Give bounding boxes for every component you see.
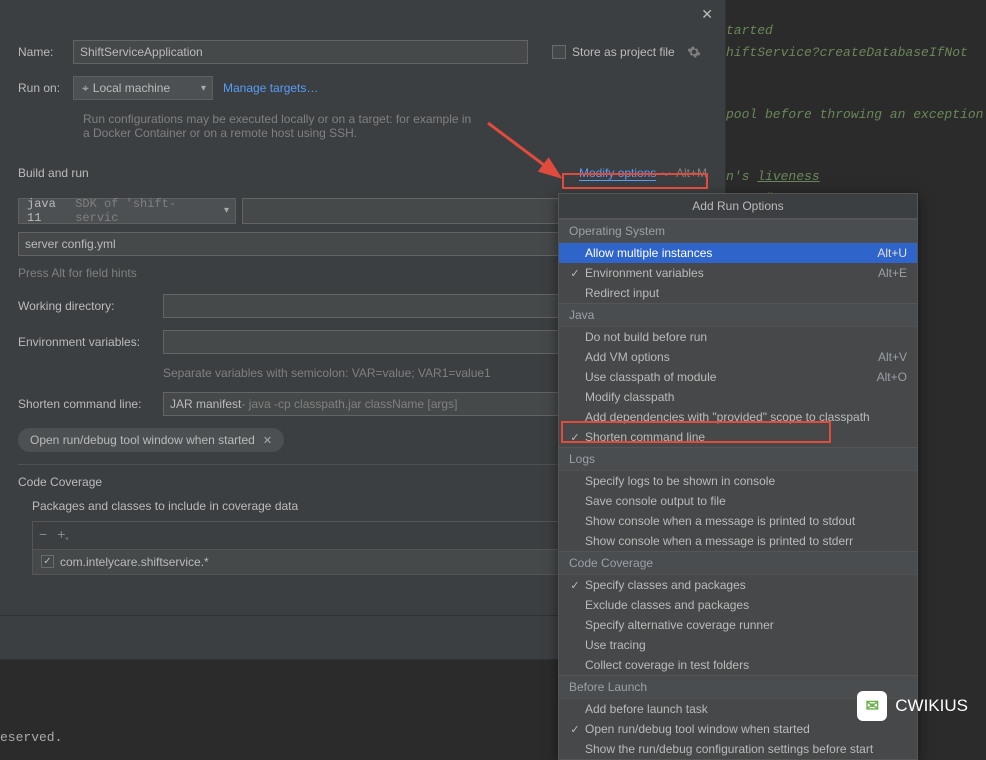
name-input[interactable] [73, 40, 528, 64]
menu-item-label: Specify classes and packages [585, 578, 907, 592]
watermark: ✉ CWIKIUS [857, 691, 968, 721]
workdir-label: Working directory: [18, 299, 153, 313]
menu-item-label: Collect coverage in test folders [585, 658, 907, 672]
menu-item-label: Show the run/debug configuration setting… [585, 742, 907, 756]
sdk-select[interactable]: java 11 SDK of 'shift-servic [18, 198, 236, 224]
run-hint: Run configurations may be executed local… [83, 112, 473, 140]
open-tool-chip[interactable]: Open run/debug tool window when started … [18, 428, 284, 452]
menu-item[interactable]: ✓Open run/debug tool window when started [559, 719, 917, 739]
reserved-text: eserved. [0, 730, 62, 745]
menu-item-label: Redirect input [585, 286, 907, 300]
menu-item[interactable]: Add VM optionsAlt+V [559, 347, 917, 367]
menu-item-label: Add dependencies with "provided" scope t… [585, 410, 907, 424]
menu-item[interactable]: Show the run/debug configuration setting… [559, 739, 917, 759]
menu-item-label: Exclude classes and packages [585, 598, 907, 612]
menu-item[interactable]: Specify logs to be shown in console [559, 471, 917, 491]
menu-item-label: Save console output to file [585, 494, 907, 508]
close-icon[interactable]: ✕ [701, 6, 713, 23]
name-label: Name: [18, 45, 63, 59]
popup-title: Add Run Options [559, 194, 917, 219]
menu-item[interactable]: Show console when a message is printed t… [559, 511, 917, 531]
close-icon[interactable]: ✕ [263, 434, 272, 447]
check-icon: ✓ [565, 431, 585, 444]
menu-item-label: Allow multiple instances [585, 246, 877, 260]
check-icon: ✓ [565, 267, 585, 280]
menu-item[interactable]: Show console when a message is printed t… [559, 531, 917, 551]
env-hint: Separate variables with semicolon: VAR=v… [163, 366, 491, 380]
menu-item-label: Specify alternative coverage runner [585, 618, 907, 632]
chevron-down-icon: ⌵ [662, 168, 670, 179]
menu-item[interactable]: Add dependencies with "provided" scope t… [559, 407, 917, 427]
menu-header: Code Coverage [559, 551, 917, 575]
gear-icon[interactable] [687, 45, 701, 59]
menu-item[interactable]: ✓Shorten command line [559, 427, 917, 447]
manage-targets-link[interactable]: Manage targets… [223, 81, 318, 95]
run-on-select[interactable]: ⌖ Local machine [73, 76, 213, 100]
check-icon: ✓ [565, 579, 585, 592]
build-run-title: Build and run [18, 166, 89, 180]
menu-item-label: Open run/debug tool window when started [585, 722, 907, 736]
menu-item-label: Use tracing [585, 638, 907, 652]
menu-item-label: Show console when a message is printed t… [585, 514, 907, 528]
remove-icon[interactable]: − [39, 526, 47, 545]
add-icon[interactable]: +* [57, 526, 68, 545]
menu-item[interactable]: Redirect input [559, 283, 917, 303]
run-on-label: Run on: [18, 81, 63, 95]
menu-item[interactable]: Use classpath of moduleAlt+O [559, 367, 917, 387]
menu-item[interactable]: Save console output to file [559, 491, 917, 511]
menu-item[interactable]: Collect coverage in test folders [559, 655, 917, 675]
modify-options-link[interactable]: Modify options [579, 166, 656, 181]
target-icon: ⌖ [82, 81, 89, 96]
menu-item[interactable]: ✓Specify classes and packages [559, 575, 917, 595]
store-checkbox[interactable]: Store as project file [552, 45, 701, 59]
menu-item[interactable]: Modify classpath [559, 387, 917, 407]
checkbox-icon[interactable]: ✓ [41, 555, 54, 568]
menu-item-label: Shorten command line [585, 430, 907, 444]
menu-item-label: Show console when a message is printed t… [585, 534, 907, 548]
menu-header: Operating System [559, 219, 917, 243]
menu-item-label: Use classpath of module [585, 370, 877, 384]
menu-item-shortcut: Alt+O [877, 370, 907, 384]
env-label: Environment variables: [18, 335, 153, 349]
menu-header: Logs [559, 447, 917, 471]
menu-header: Java [559, 303, 917, 327]
menu-item[interactable]: Specify alternative coverage runner [559, 615, 917, 635]
menu-item[interactable]: Do not build before run [559, 327, 917, 347]
chat-icon: ✉ [857, 691, 887, 721]
modify-shortcut: Alt+M [676, 166, 707, 180]
add-run-options-popup: Add Run Options Operating SystemAllow mu… [558, 193, 918, 760]
menu-item-label: Add VM options [585, 350, 878, 364]
menu-item-shortcut: Alt+V [878, 350, 907, 364]
menu-item-label: Specify logs to be shown in console [585, 474, 907, 488]
menu-item-shortcut: Alt+E [878, 266, 907, 280]
menu-item-label: Do not build before run [585, 330, 907, 344]
menu-item-label: Modify classpath [585, 390, 907, 404]
menu-item[interactable]: Use tracing [559, 635, 917, 655]
menu-item-shortcut: Alt+U [877, 246, 907, 260]
store-label: Store as project file [572, 45, 675, 59]
menu-item[interactable]: Exclude classes and packages [559, 595, 917, 615]
menu-item[interactable]: Allow multiple instancesAlt+U [559, 243, 917, 263]
menu-item-label: Environment variables [585, 266, 878, 280]
title-bar: ✕ [0, 0, 725, 28]
check-icon: ✓ [565, 723, 585, 736]
menu-item[interactable]: ✓Environment variablesAlt+E [559, 263, 917, 283]
shorten-label: Shorten command line: [18, 397, 153, 411]
